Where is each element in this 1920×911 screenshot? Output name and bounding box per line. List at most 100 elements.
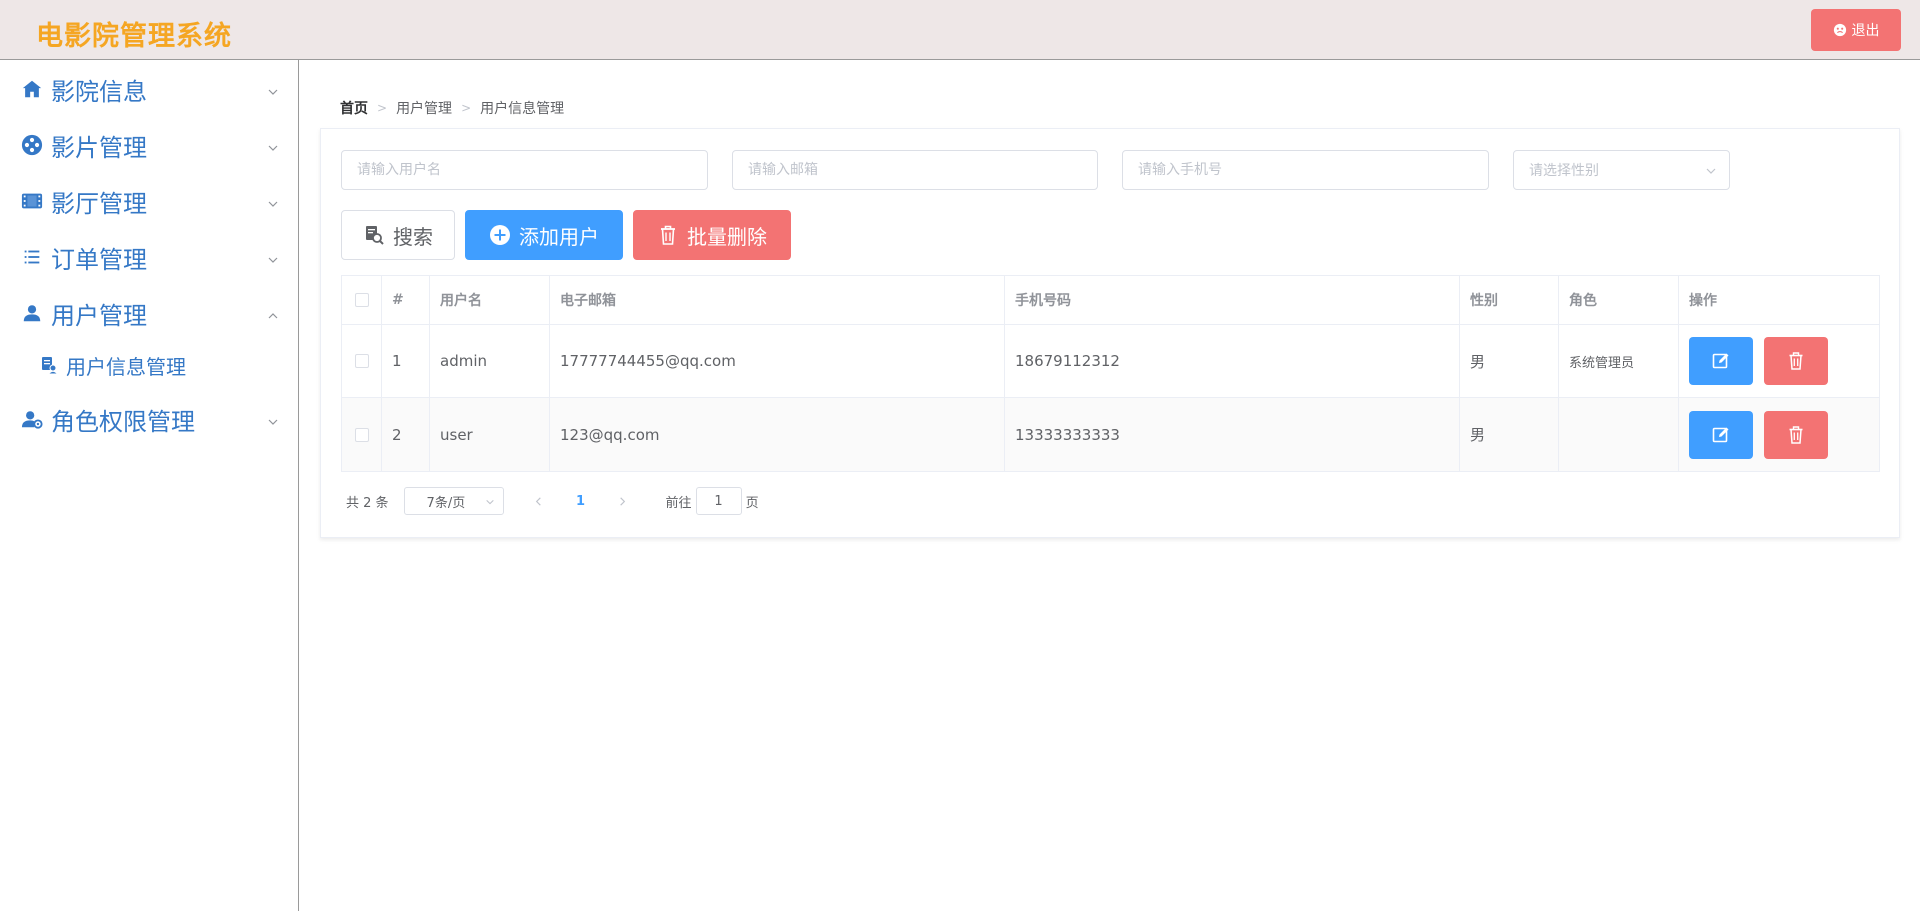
batch-delete-button[interactable]: 批量删除	[633, 210, 791, 260]
column-header-email: 电子邮箱	[550, 276, 1005, 324]
chevron-down-icon	[267, 83, 279, 95]
film-strip-icon	[20, 189, 44, 213]
page-number-current[interactable]: 1	[566, 494, 596, 509]
cell-phone: 13333333333	[1005, 398, 1460, 471]
table-row: 2 user 123@qq.com 13333333333 男	[342, 398, 1879, 471]
pagination: 共 2 条 7条/页 1 前往 页	[346, 487, 759, 515]
sidebar: 影院信息 影片管理 影厅管理 订单管理 用户管理 用户信息管理 角色权限管理	[0, 60, 299, 911]
user-settings-icon	[20, 407, 44, 431]
pagination-total: 共 2 条	[346, 495, 389, 511]
sidebar-subitem-user-info[interactable]: 用户信息管理	[0, 340, 298, 390]
plus-circle-icon	[490, 225, 510, 245]
chevron-right-icon	[620, 496, 626, 506]
delete-button[interactable]	[1764, 410, 1828, 459]
table-header-row: # 用户名 电子邮箱 手机号码 性别 角色 操作	[342, 276, 1879, 325]
phone-search-input[interactable]	[1122, 150, 1489, 190]
batch-delete-button-label: 批量删除	[687, 224, 767, 249]
sidebar-item-role-permission[interactable]: 角色权限管理	[0, 391, 298, 447]
sidebar-item-label: 角色权限管理	[51, 407, 195, 436]
prev-page-button[interactable]	[524, 487, 554, 515]
cell-index: 1	[382, 325, 430, 397]
goto-suffix: 页	[745, 495, 759, 511]
logout-button[interactable]: 退出	[1811, 9, 1901, 51]
sidebar-item-cinema-info[interactable]: 影院信息	[0, 61, 298, 117]
column-header-role: 角色	[1559, 276, 1679, 324]
gender-select-placeholder: 请选择性别	[1529, 163, 1599, 179]
user-doc-icon	[42, 357, 57, 374]
sidebar-item-hall-management[interactable]: 影厅管理	[0, 173, 298, 229]
cell-username: user	[430, 398, 550, 471]
table-row: 1 admin 17777744455@qq.com 18679112312 男…	[342, 325, 1879, 398]
home-icon	[20, 77, 44, 101]
edit-button[interactable]	[1689, 337, 1753, 385]
cell-phone: 18679112312	[1005, 325, 1460, 397]
email-search-input[interactable]	[732, 150, 1098, 190]
top-header: 电影院管理系统 退出	[0, 0, 1920, 60]
sidebar-item-label: 影院信息	[51, 77, 147, 106]
edit-button[interactable]	[1689, 410, 1753, 459]
column-header-index: #	[382, 276, 430, 324]
row-checkbox[interactable]	[354, 354, 369, 368]
goto-prefix: 前往	[665, 495, 692, 511]
delete-button[interactable]	[1764, 337, 1828, 385]
page-size-value: 7条/页	[426, 495, 466, 511]
sidebar-item-label: 影片管理	[51, 133, 147, 162]
add-user-button-label: 添加用户	[519, 224, 599, 249]
cell-username: admin	[430, 325, 550, 397]
cell-email: 123@qq.com	[550, 398, 1005, 471]
cell-gender: 男	[1460, 325, 1559, 397]
column-header-gender: 性别	[1460, 276, 1559, 324]
sidebar-item-film-management[interactable]: 影片管理	[0, 117, 298, 173]
breadcrumb-home[interactable]: 首页	[340, 98, 368, 118]
chevron-down-icon	[485, 499, 494, 505]
list-icon	[20, 245, 44, 269]
chevron-left-icon	[535, 496, 541, 506]
logout-label: 退出	[1851, 23, 1880, 39]
page-size-select[interactable]: 7条/页	[403, 487, 504, 515]
sidebar-item-order-management[interactable]: 订单管理	[0, 229, 298, 285]
cell-gender: 男	[1460, 398, 1559, 471]
sidebar-item-label: 影厅管理	[51, 189, 147, 218]
cell-actions	[1679, 398, 1879, 471]
column-header-actions: 操作	[1689, 293, 1717, 309]
goto-page-input[interactable]	[695, 487, 742, 515]
search-button-label: 搜索	[393, 224, 433, 249]
row-checkbox[interactable]	[354, 427, 369, 442]
column-header-username: 用户名	[430, 276, 550, 324]
cell-actions	[1679, 325, 1879, 397]
trash-icon	[661, 225, 675, 245]
sidebar-item-label: 用户管理	[51, 301, 147, 330]
username-search-input[interactable]	[341, 150, 708, 190]
chevron-right-icon: >	[377, 101, 388, 115]
sidebar-subitem-label: 用户信息管理	[66, 354, 186, 379]
column-header-phone: 手机号码	[1005, 276, 1460, 324]
trash-icon	[1789, 425, 1803, 444]
chevron-down-icon	[267, 139, 279, 151]
edit-icon	[1712, 353, 1729, 369]
app-title: 电影院管理系统	[36, 21, 232, 52]
breadcrumb-user-management: 用户管理	[396, 101, 453, 117]
user-icon	[20, 301, 44, 325]
search-button[interactable]: 搜索	[341, 210, 455, 260]
chevron-right-icon: >	[461, 101, 472, 115]
chevron-down-icon	[267, 413, 279, 425]
cell-role	[1559, 398, 1679, 471]
chevron-up-icon	[267, 307, 279, 319]
sidebar-item-user-management[interactable]: 用户管理	[0, 285, 298, 341]
user-table: # 用户名 电子邮箱 手机号码 性别 角色 操作 1 admin 1777774…	[341, 275, 1880, 472]
page-jumper: 前往 页	[666, 487, 759, 515]
search-doc-icon	[366, 226, 384, 245]
sidebar-item-label: 订单管理	[51, 245, 147, 274]
chevron-down-icon	[267, 195, 279, 207]
select-all-checkbox[interactable]	[354, 293, 369, 307]
trash-icon	[1789, 352, 1803, 370]
cell-index: 2	[382, 398, 430, 471]
add-user-button[interactable]: 添加用户	[465, 210, 623, 260]
next-page-button[interactable]	[608, 487, 638, 515]
breadcrumb-user-info: 用户信息管理	[480, 101, 565, 117]
logout-icon	[1833, 23, 1846, 37]
chevron-down-icon	[267, 251, 279, 263]
breadcrumb: 首页 > 用户管理 > 用户信息管理	[340, 98, 564, 118]
gender-select[interactable]: 请选择性别	[1513, 150, 1730, 190]
cell-role: 系统管理员	[1559, 325, 1679, 397]
